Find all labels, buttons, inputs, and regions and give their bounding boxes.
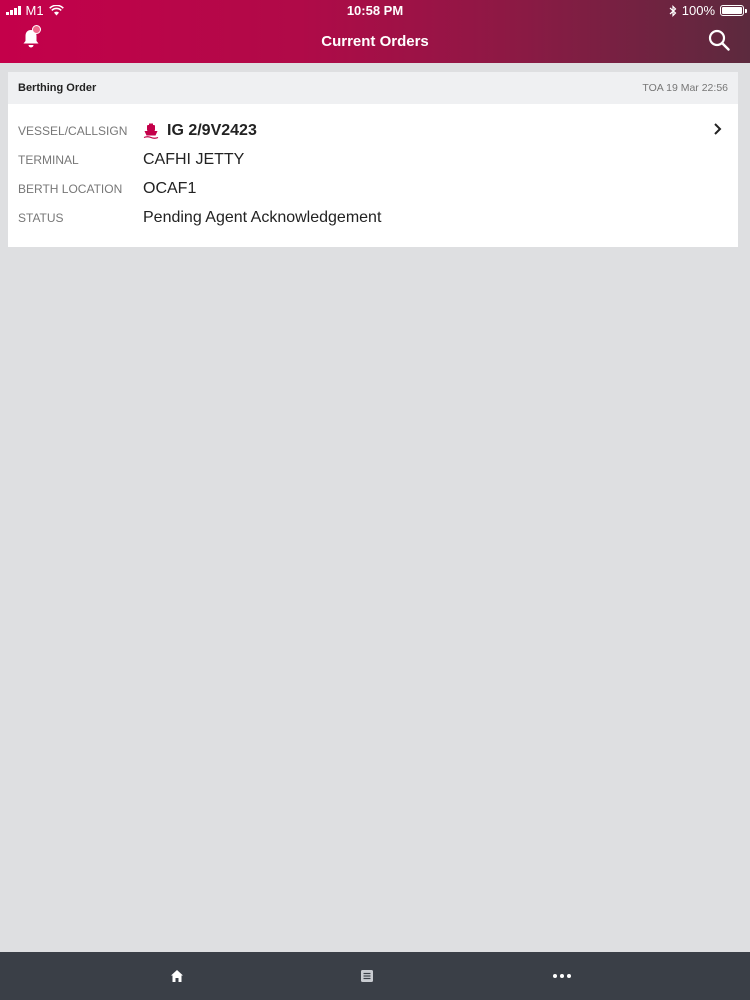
search-button[interactable] <box>708 29 730 51</box>
more-icon <box>553 974 571 978</box>
card-title: Berthing Order <box>18 82 97 94</box>
page-title: Current Orders <box>321 33 429 50</box>
toa-timestamp: TOA 19 Mar 22:56 <box>642 82 728 94</box>
vessel-value-wrap: IG 2/9V2423 <box>143 122 257 140</box>
battery-percent: 100% <box>681 3 715 18</box>
list-icon <box>361 970 373 982</box>
tab-bar <box>0 952 750 1000</box>
search-icon <box>708 29 730 51</box>
vessel-label: VESSEL/CALLSIGN <box>18 124 128 138</box>
card-header: Berthing Order TOA 19 Mar 22:56 <box>8 72 738 104</box>
vessel-icon <box>143 123 159 139</box>
berth-location-row: BERTH LOCATION OCAF1 <box>18 178 196 200</box>
terminal-label: TERMINAL <box>18 153 79 167</box>
clock: 10:58 PM <box>346 3 404 18</box>
status-value: Pending Agent Acknowledgement <box>143 209 382 226</box>
status-bar: M1 10:58 PM 100% <box>0 0 750 20</box>
status-row: STATUS Pending Agent Acknowledgement <box>18 207 381 229</box>
tab-list[interactable] <box>356 965 378 987</box>
header-bar: M1 10:58 PM 100% Current Orders <box>0 0 750 63</box>
tab-more[interactable] <box>551 965 573 987</box>
berthing-order-card[interactable]: Berthing Order TOA 19 Mar 22:56 VESSEL/C… <box>8 72 738 247</box>
berth-location-label: BERTH LOCATION <box>18 182 123 196</box>
chevron-right-icon[interactable] <box>712 122 722 136</box>
vessel-value: IG 2/9V2423 <box>167 122 257 139</box>
terminal-row: TERMINAL CAFHI JETTY <box>18 149 244 171</box>
tab-home[interactable] <box>166 965 188 987</box>
berth-location-value: OCAF1 <box>143 180 197 197</box>
terminal-value: CAFHI JETTY <box>143 151 245 168</box>
vessel-row: VESSEL/CALLSIGN IG 2/9V2423 <box>18 120 257 142</box>
home-icon <box>171 970 183 982</box>
bluetooth-icon <box>669 4 677 17</box>
status-label: STATUS <box>18 211 64 225</box>
battery-icon <box>720 5 747 16</box>
